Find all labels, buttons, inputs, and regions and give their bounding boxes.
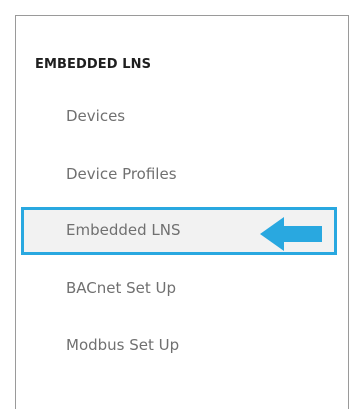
- sidebar-item-label: Device Profiles: [66, 165, 177, 183]
- sidebar-item-label: Modbus Set Up: [66, 336, 180, 354]
- section-title: EMBEDDED LNS: [35, 57, 152, 72]
- sidebar-item-label: BACnet Set Up: [66, 279, 177, 297]
- sidebar-item-embedded-lns[interactable]: Embedded LNS: [21, 207, 337, 255]
- sidebar-item-modbus-setup[interactable]: Modbus Set Up: [21, 322, 337, 370]
- sidebar-item-label: Embedded LNS: [66, 221, 181, 239]
- sidebar-item-label: Devices: [66, 107, 126, 125]
- sidebar-item-devices[interactable]: Devices: [21, 93, 337, 141]
- sidebar-item-device-profiles[interactable]: Device Profiles: [21, 151, 337, 199]
- left-arrow-icon: [260, 217, 322, 255]
- sidebar-item-bacnet-setup[interactable]: BACnet Set Up: [21, 265, 337, 313]
